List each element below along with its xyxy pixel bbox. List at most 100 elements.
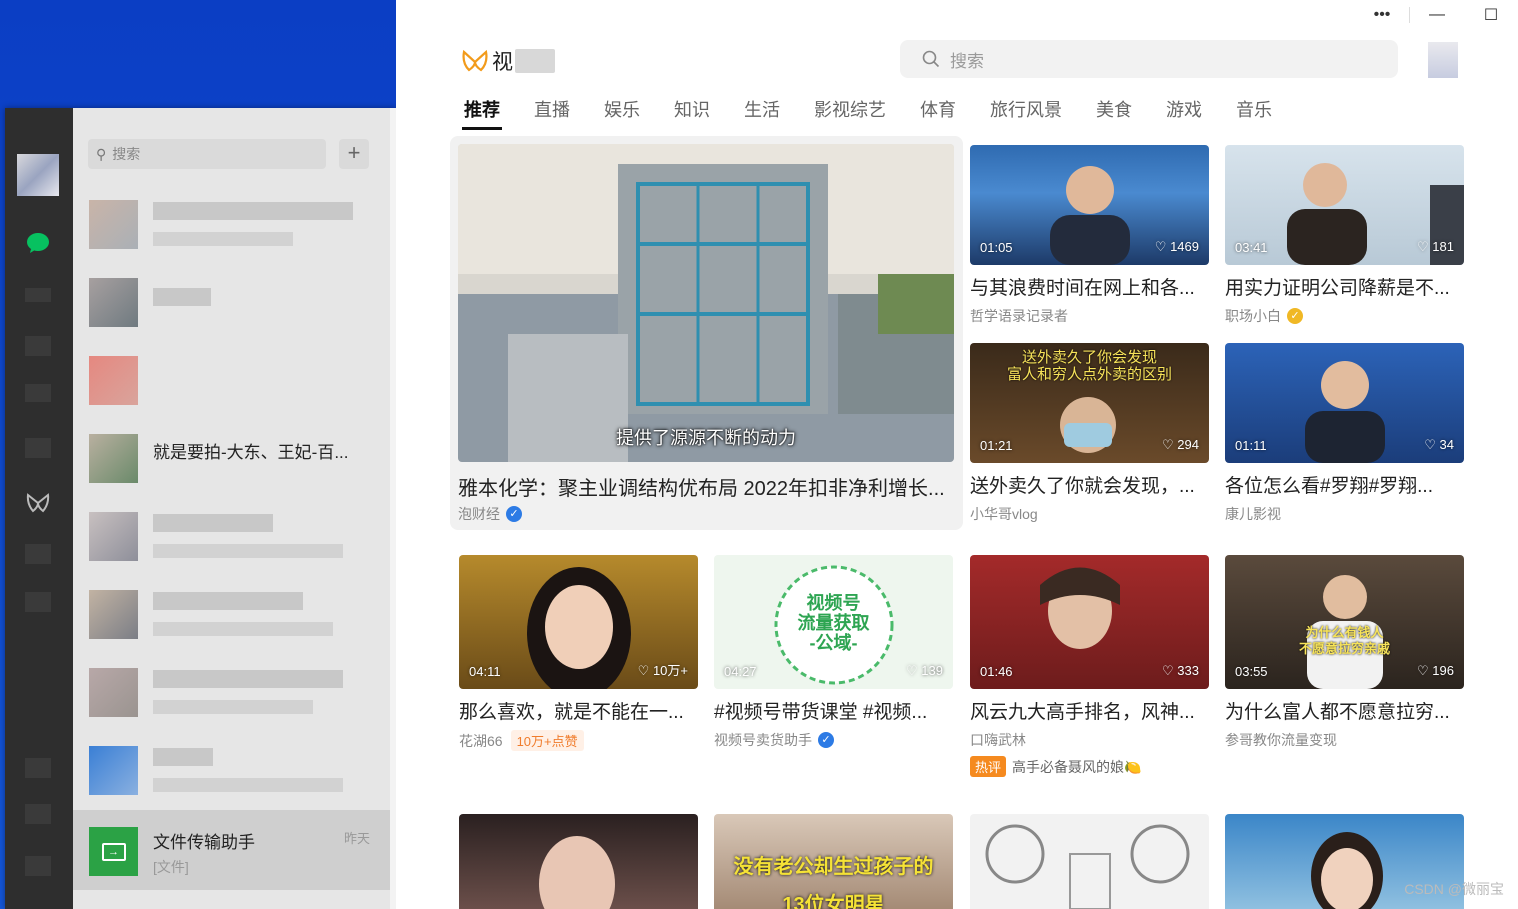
blurred-preview	[153, 232, 293, 246]
list-item[interactable]: 就是要拍-大东、王妃-百...	[73, 420, 390, 498]
video-title[interactable]: 用实力证明公司降薪是不...	[1225, 273, 1464, 300]
video-card[interactable]	[970, 814, 1209, 909]
tab-live[interactable]: 直播	[534, 96, 570, 130]
video-card[interactable]: 01:05 ♡ 1469 与其浪费时间在网上和各... 哲学语录记录者	[970, 145, 1209, 326]
video-title[interactable]: 雅本化学：聚主业调结构优布局 2022年扣非净利增长...	[458, 472, 953, 501]
tab-music[interactable]: 音乐	[1236, 96, 1272, 130]
like-count: ♡ 196	[1417, 663, 1454, 678]
featured-video-card[interactable]: 提供了源源不断的动力 雅本化学：聚主业调结构优布局 2022年扣非净利增长...…	[450, 136, 963, 530]
video-duration: 03:55	[1235, 664, 1268, 679]
menu-icon[interactable]	[25, 856, 51, 876]
video-card[interactable]: 04:11 ♡ 10万+ 那么喜欢，就是不能在一... 花湖66 10万+点赞	[459, 555, 698, 751]
like-value: 1469	[1170, 239, 1199, 254]
video-thumbnail[interactable]: 04:11 ♡ 10万+	[459, 555, 698, 689]
search-nav-icon[interactable]	[25, 544, 51, 564]
chat-icon[interactable]	[25, 232, 51, 254]
tab-film[interactable]: 影视综艺	[814, 96, 886, 130]
video-title[interactable]: 送外卖久了你就会发现，...	[970, 471, 1209, 498]
video-thumbnail[interactable]: 视频号 流量获取 -公域- 04:27 ♡ 139	[714, 555, 953, 689]
list-item[interactable]	[73, 576, 390, 654]
list-item[interactable]	[73, 186, 390, 264]
minimize-button[interactable]: —	[1410, 6, 1464, 24]
list-item[interactable]	[73, 654, 390, 732]
video-author[interactable]: 花湖66 10万+点赞	[459, 730, 698, 751]
video-card[interactable]: 视频号 流量获取 -公域- 04:27 ♡ 139 #视频号带货课堂 #视频..…	[714, 555, 953, 750]
channels-window: ••• — ☐ 视 搜索 推荐 直播 娱乐 知识 生活 影视综艺 体育 旅行风景…	[396, 0, 1518, 909]
tab-entertainment[interactable]: 娱乐	[604, 96, 640, 130]
video-thumbnail[interactable]	[459, 814, 698, 909]
video-author[interactable]: 泡财经 ✓	[458, 504, 522, 524]
more-button[interactable]: •••	[1355, 6, 1409, 24]
video-title[interactable]: 与其浪费时间在网上和各...	[970, 273, 1209, 300]
channels-logo-icon	[462, 49, 488, 72]
phone-icon[interactable]	[25, 758, 51, 778]
video-author[interactable]: 参哥教你流量变现	[1225, 730, 1464, 750]
video-title[interactable]: 风云九大高手排名，风神...	[970, 697, 1209, 724]
miniprogram-icon[interactable]	[25, 592, 51, 612]
video-duration: 04:27	[724, 664, 757, 679]
chat-name: 文件传输助手	[153, 833, 255, 852]
person-image	[539, 836, 615, 909]
blurred-name	[153, 592, 303, 610]
list-item[interactable]	[73, 264, 390, 342]
wechat-search-input[interactable]: ⚲ 搜索	[88, 139, 326, 169]
video-thumbnail[interactable]: 01:11 ♡ 34	[1225, 343, 1464, 463]
video-card[interactable]: 没有老公却生过孩子的 13位女明星	[714, 814, 953, 909]
favorites-icon[interactable]	[25, 336, 51, 356]
video-title[interactable]: 为什么富人都不愿意拉穷...	[1225, 697, 1464, 724]
avatar	[89, 746, 138, 795]
video-card[interactable]: 01:11 ♡ 34 各位怎么看#罗翔#罗翔... 康儿影视	[1225, 343, 1464, 524]
list-item-file-helper[interactable]: → 文件传输助手 昨天 [文件]	[73, 810, 390, 890]
video-thumbnail[interactable]: 01:46 ♡ 333	[970, 555, 1209, 689]
list-item[interactable]	[73, 732, 390, 810]
maximize-button[interactable]: ☐	[1464, 5, 1518, 25]
featured-thumbnail[interactable]: 提供了源源不断的动力	[458, 144, 954, 462]
video-author[interactable]: 哲学语录记录者	[970, 306, 1209, 326]
video-card[interactable]: 01:46 ♡ 333 风云九大高手排名，风神... 口嗨武林 热评 高手必备聂风…	[970, 555, 1209, 777]
blurred-preview	[153, 700, 313, 714]
tab-knowledge[interactable]: 知识	[674, 96, 710, 130]
video-thumbnail[interactable]: 送外卖久了你会发现 富人和穷人点外卖的区别 01:21 ♡ 294	[970, 343, 1209, 463]
video-duration: 01:05	[980, 240, 1013, 255]
list-item[interactable]	[73, 342, 390, 420]
video-title[interactable]: 那么喜欢，就是不能在一...	[459, 697, 698, 724]
video-thumbnail[interactable]: 03:41 ♡ 181	[1225, 145, 1464, 265]
channels-icon[interactable]	[25, 492, 51, 514]
video-thumbnail[interactable]: 01:05 ♡ 1469	[970, 145, 1209, 265]
tab-life[interactable]: 生活	[744, 96, 780, 130]
sketch-image	[985, 824, 1190, 909]
video-author[interactable]: 职场小白 ✓	[1225, 306, 1464, 326]
blurred-name	[153, 514, 273, 532]
tab-travel[interactable]: 旅行风景	[990, 96, 1062, 130]
video-title[interactable]: #视频号带货课堂 #视频...	[714, 697, 953, 724]
channels-search-input[interactable]: 搜索	[900, 40, 1398, 78]
video-card[interactable]: 为什么有钱人 不愿意拉穷亲戚 03:55 ♡ 196 为什么富人都不愿意拉穷..…	[1225, 555, 1464, 750]
tab-food[interactable]: 美食	[1096, 96, 1132, 130]
video-card[interactable]	[459, 814, 698, 909]
author-name: 花湖66	[459, 732, 503, 749]
video-author[interactable]: 视频号卖货助手 ✓	[714, 730, 953, 750]
video-author[interactable]: 口嗨武林	[970, 730, 1209, 750]
video-thumbnail[interactable]: 为什么有钱人 不愿意拉穷亲戚 03:55 ♡ 196	[1225, 555, 1464, 689]
tab-recommend[interactable]: 推荐	[462, 96, 502, 130]
video-author[interactable]: 小华哥vlog	[970, 504, 1209, 524]
video-card[interactable]: 03:41 ♡ 181 用实力证明公司降薪是不... 职场小白 ✓	[1225, 145, 1464, 326]
tab-games[interactable]: 游戏	[1166, 96, 1202, 130]
thumbnail-caption-2: 13位女明星	[782, 894, 885, 909]
add-button[interactable]: +	[339, 139, 369, 169]
video-card[interactable]: 送外卖久了你会发现 富人和穷人点外卖的区别 01:21 ♡ 294 送外卖久了你…	[970, 343, 1209, 524]
moments-icon[interactable]	[25, 438, 51, 458]
hot-comment[interactable]: 热评 高手必备聂风的娘🍋	[970, 756, 1209, 777]
user-avatar[interactable]	[1428, 42, 1458, 78]
contacts-icon[interactable]	[25, 288, 51, 302]
user-avatar[interactable]	[17, 154, 59, 196]
files-icon[interactable]	[25, 384, 51, 402]
video-thumbnail[interactable]: 没有老公却生过孩子的 13位女明星	[714, 814, 953, 909]
video-title[interactable]: 各位怎么看#罗翔#罗翔...	[1225, 471, 1464, 498]
video-thumbnail[interactable]	[970, 814, 1209, 909]
video-author[interactable]: 康儿影视	[1225, 504, 1464, 524]
settings-icon[interactable]	[25, 804, 51, 824]
tab-sports[interactable]: 体育	[920, 96, 956, 130]
list-item[interactable]	[73, 498, 390, 576]
like-count: ♡ 294	[1162, 437, 1199, 452]
